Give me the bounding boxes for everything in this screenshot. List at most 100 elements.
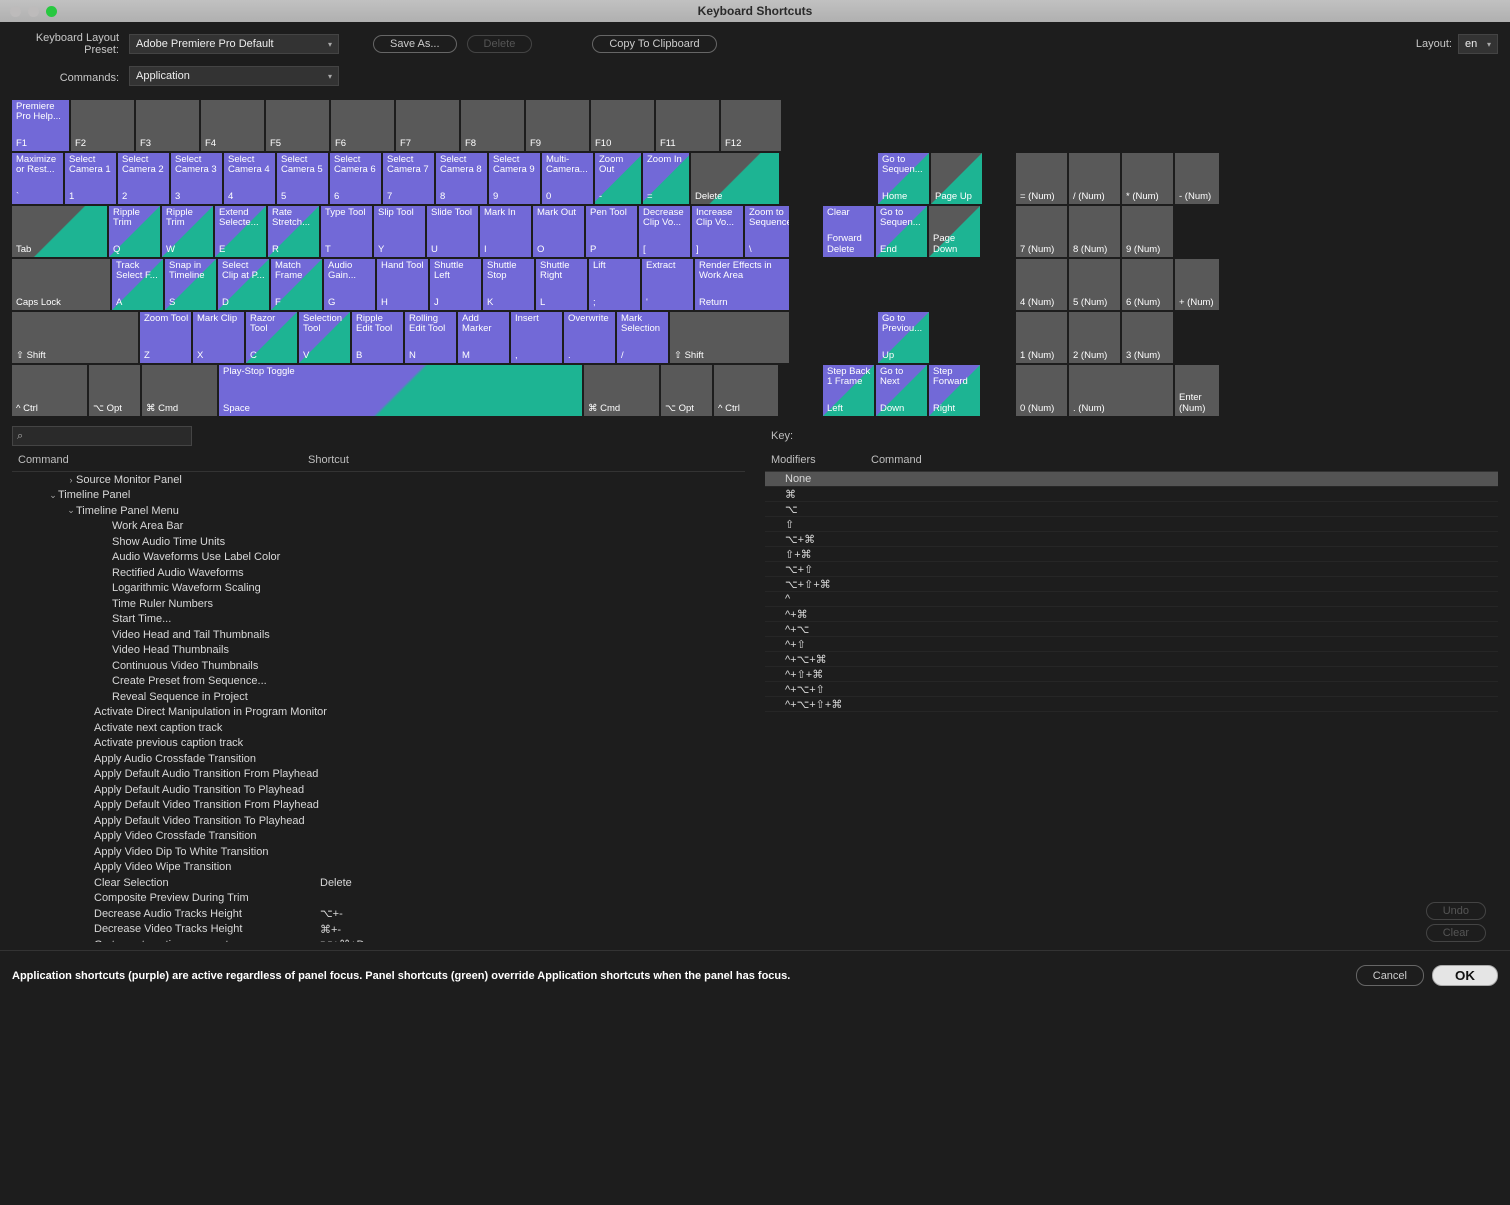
key-6num[interactable]: 6 (Num): [1122, 259, 1173, 310]
modifier-row[interactable]: ^+⌘: [765, 607, 1498, 622]
key-ctrl[interactable]: ^ Ctrl: [714, 365, 778, 416]
key-enternum[interactable]: Enter (Num): [1175, 365, 1219, 416]
key-home[interactable]: Go to Sequen...Home: [878, 153, 929, 204]
key-[interactable]: Zoom Out-: [595, 153, 641, 204]
key-f8[interactable]: F8: [461, 100, 524, 151]
key-tab[interactable]: Tab: [12, 206, 107, 257]
key-[interactable]: Lift;: [589, 259, 640, 310]
modifier-row[interactable]: ^+⌥+⌘: [765, 652, 1498, 667]
key-right[interactable]: Step ForwardRight: [929, 365, 980, 416]
key-opt[interactable]: ⌥ Opt: [89, 365, 140, 416]
key-x[interactable]: Mark ClipX: [193, 312, 244, 363]
key-9[interactable]: Select Camera 99: [489, 153, 540, 204]
modifier-row[interactable]: ⌥+⇧+⌘: [765, 577, 1498, 592]
tree-item[interactable]: Decrease Audio Tracks Height⌥+-: [12, 906, 745, 922]
key-1[interactable]: Select Camera 11: [65, 153, 116, 204]
key-down[interactable]: Go to NextDown: [876, 365, 927, 416]
key-space[interactable]: Play-Stop ToggleSpace: [219, 365, 582, 416]
key-4[interactable]: Select Camera 44: [224, 153, 275, 204]
key-0[interactable]: Multi-Camera...0: [542, 153, 593, 204]
key-up[interactable]: Go to Previou...Up: [878, 312, 929, 363]
key-f6[interactable]: F6: [331, 100, 394, 151]
key-end[interactable]: Go to Sequen...End: [876, 206, 927, 257]
key-a[interactable]: Track Select F...A: [112, 259, 163, 310]
command-tree[interactable]: ›Source Monitor Panel⌄Timeline Panel⌄Tim…: [12, 472, 745, 942]
key-5num[interactable]: 5 (Num): [1069, 259, 1120, 310]
tree-item[interactable]: Rectified Audio Waveforms: [12, 565, 745, 581]
tree-item[interactable]: Video Head and Tail Thumbnails: [12, 627, 745, 643]
key-f7[interactable]: F7: [396, 100, 459, 151]
tree-item[interactable]: Time Ruler Numbers: [12, 596, 745, 612]
modifier-row[interactable]: ^+⌥: [765, 622, 1498, 637]
key-s[interactable]: Snap in TimelineS: [165, 259, 216, 310]
copy-clipboard-button[interactable]: Copy To Clipboard: [592, 35, 716, 53]
key-m[interactable]: Add MarkerM: [458, 312, 509, 363]
modifiers-list[interactable]: None⌘⌥⇧⌥+⌘⇧+⌘⌥+⇧⌥+⇧+⌘^^+⌘^+⌥^+⇧^+⌥+⌘^+⇧+…: [765, 472, 1498, 942]
key-opt[interactable]: ⌥ Opt: [661, 365, 712, 416]
key-shift[interactable]: ⇧ Shift: [12, 312, 138, 363]
key-h[interactable]: Hand ToolH: [377, 259, 428, 310]
key-[interactable]: Maximize or Rest...`: [12, 153, 63, 204]
tree-item[interactable]: Apply Default Audio Transition To Playhe…: [12, 782, 745, 798]
key-2[interactable]: Select Camera 22: [118, 153, 169, 204]
key-z[interactable]: Zoom ToolZ: [140, 312, 191, 363]
key-8num[interactable]: 8 (Num): [1069, 206, 1120, 257]
key-9num[interactable]: 9 (Num): [1122, 206, 1173, 257]
tree-item[interactable]: Apply Video Wipe Transition: [12, 860, 745, 876]
modifier-row[interactable]: ^+⇧: [765, 637, 1498, 652]
key-v[interactable]: Selection ToolV: [299, 312, 350, 363]
save-as-button[interactable]: Save As...: [373, 35, 457, 53]
key-num[interactable]: / (Num): [1069, 153, 1120, 204]
key-cmd[interactable]: ⌘ Cmd: [584, 365, 659, 416]
key-f5[interactable]: F5: [266, 100, 329, 151]
key-8[interactable]: Select Camera 88: [436, 153, 487, 204]
key-n[interactable]: Rolling Edit ToolN: [405, 312, 456, 363]
key-c[interactable]: Razor ToolC: [246, 312, 297, 363]
key-f9[interactable]: F9: [526, 100, 589, 151]
key-cmd[interactable]: ⌘ Cmd: [142, 365, 217, 416]
key-7num[interactable]: 7 (Num): [1016, 206, 1067, 257]
modifier-row[interactable]: ⌥+⇧: [765, 562, 1498, 577]
modifier-row[interactable]: ^+⌥+⇧: [765, 682, 1498, 697]
modifier-row[interactable]: None: [765, 472, 1498, 487]
tree-item[interactable]: Apply Default Video Transition To Playhe…: [12, 813, 745, 829]
tree-item[interactable]: Reveal Sequence in Project: [12, 689, 745, 705]
key-pagedown[interactable]: Page Down: [929, 206, 980, 257]
key-[interactable]: Zoom to Sequence\: [745, 206, 789, 257]
tree-item[interactable]: ⌄Timeline Panel Menu: [12, 503, 745, 519]
tree-item[interactable]: Decrease Video Tracks Height⌘+-: [12, 922, 745, 938]
modifier-row[interactable]: ⇧: [765, 517, 1498, 532]
key-u[interactable]: Slide ToolU: [427, 206, 478, 257]
key-f2[interactable]: F2: [71, 100, 134, 151]
commands-select[interactable]: Application ▾: [129, 66, 339, 86]
modifier-row[interactable]: ⇧+⌘: [765, 547, 1498, 562]
tree-item[interactable]: Activate next caption track: [12, 720, 745, 736]
modifier-row[interactable]: ⌥+⌘: [765, 532, 1498, 547]
tree-item[interactable]: Apply Video Dip To White Transition: [12, 844, 745, 860]
tree-item[interactable]: Work Area Bar: [12, 519, 745, 535]
key-o[interactable]: Mark OutO: [533, 206, 584, 257]
tree-item[interactable]: Video Head Thumbnails: [12, 643, 745, 659]
key-q[interactable]: Ripple TrimQ: [109, 206, 160, 257]
key-y[interactable]: Slip ToolY: [374, 206, 425, 257]
tree-item[interactable]: Apply Audio Crossfade Transition: [12, 751, 745, 767]
key-num[interactable]: = (Num): [1016, 153, 1067, 204]
key-g[interactable]: Audio Gain...G: [324, 259, 375, 310]
key-[interactable]: Mark Selection/: [617, 312, 668, 363]
modifier-row[interactable]: ⌘: [765, 487, 1498, 502]
key-return[interactable]: Render Effects in Work AreaReturn: [695, 259, 789, 310]
key-5[interactable]: Select Camera 55: [277, 153, 328, 204]
key-num[interactable]: . (Num): [1069, 365, 1173, 416]
key-[interactable]: Extract': [642, 259, 693, 310]
ok-button[interactable]: OK: [1432, 965, 1498, 986]
tree-item[interactable]: ⌄Timeline Panel: [12, 488, 745, 504]
tree-item[interactable]: Apply Video Crossfade Transition: [12, 829, 745, 845]
key-e[interactable]: Extend Selecte...E: [215, 206, 266, 257]
key-delete[interactable]: Delete: [691, 153, 779, 204]
key-p[interactable]: Pen ToolP: [586, 206, 637, 257]
tree-item[interactable]: Continuous Video Thumbnails: [12, 658, 745, 674]
key-4num[interactable]: 4 (Num): [1016, 259, 1067, 310]
tree-item[interactable]: Composite Preview During Trim: [12, 891, 745, 907]
key-2num[interactable]: 2 (Num): [1069, 312, 1120, 363]
modifier-row[interactable]: ^+⌥+⇧+⌘: [765, 697, 1498, 712]
